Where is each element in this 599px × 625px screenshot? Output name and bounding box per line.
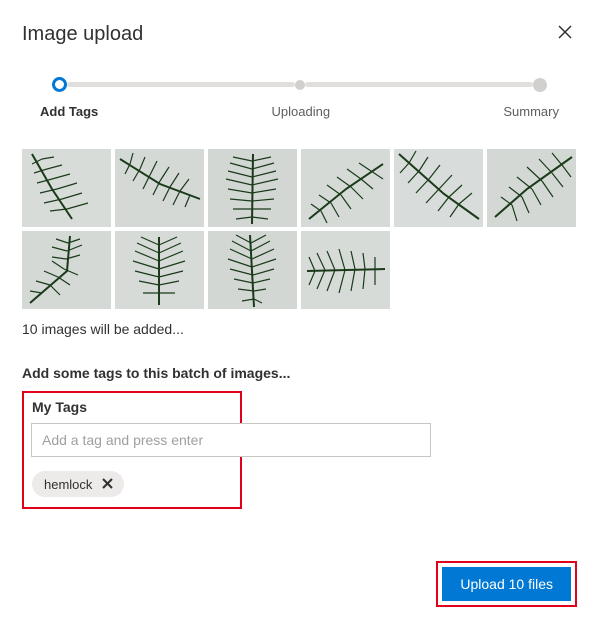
- thumbnail[interactable]: [208, 231, 297, 309]
- step-dot-add-tags: [52, 77, 67, 92]
- thumbnail[interactable]: [115, 231, 204, 309]
- thumbnail[interactable]: [208, 149, 297, 227]
- thumbnail[interactable]: [115, 149, 204, 227]
- thumbnail[interactable]: [301, 231, 390, 309]
- progress-steps: [52, 77, 547, 92]
- step-label-summary: Summary: [503, 104, 559, 119]
- close-icon: [102, 477, 113, 492]
- step-dot-uploading: [295, 80, 305, 90]
- step-dot-summary: [533, 78, 547, 92]
- tag-input[interactable]: [31, 423, 431, 457]
- tag-chip: hemlock: [32, 471, 124, 497]
- footer-actions: Upload 10 files: [436, 561, 577, 607]
- thumbnail[interactable]: [487, 149, 576, 227]
- thumbnail[interactable]: [22, 231, 111, 309]
- tag-remove-button[interactable]: [98, 475, 116, 493]
- upload-button[interactable]: Upload 10 files: [442, 567, 571, 601]
- my-tags-section: My Tags hemlock: [22, 391, 242, 509]
- thumbnail[interactable]: [394, 149, 483, 227]
- thumbnail[interactable]: [22, 149, 111, 227]
- thumbnail[interactable]: [301, 149, 390, 227]
- close-icon: [557, 24, 573, 44]
- tag-prompt: Add some tags to this batch of images...: [22, 365, 577, 381]
- image-upload-dialog: Image upload Add Tags Uploading Summary: [0, 0, 599, 625]
- progress-bar-1: [67, 82, 295, 87]
- status-text: 10 images will be added...: [22, 321, 577, 337]
- step-labels: Add Tags Uploading Summary: [40, 104, 559, 119]
- close-button[interactable]: [553, 20, 577, 49]
- dialog-header: Image upload: [22, 20, 577, 49]
- step-label-add-tags: Add Tags: [40, 104, 98, 119]
- dialog-title: Image upload: [22, 23, 143, 46]
- tag-chip-label: hemlock: [44, 477, 92, 492]
- my-tags-label: My Tags: [32, 399, 232, 415]
- thumbnail-grid: [22, 149, 577, 309]
- step-label-uploading: Uploading: [272, 104, 331, 119]
- progress-bar-2: [305, 82, 533, 87]
